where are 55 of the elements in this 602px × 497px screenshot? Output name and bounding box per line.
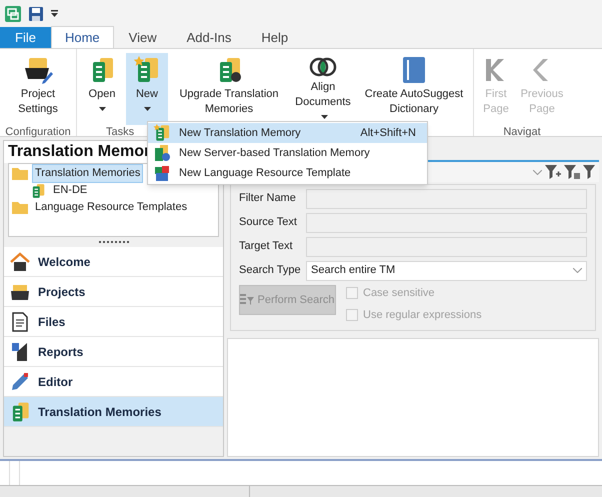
save-icon[interactable] (29, 6, 43, 20)
ribbon-button[interactable]: New (126, 53, 168, 125)
checkbox-label: Use regular expressions (363, 308, 482, 322)
input-field[interactable] (306, 236, 587, 256)
ribbon-button[interactable]: Project Settings (3, 53, 73, 125)
folder-pencil-icon (23, 55, 53, 85)
caret-icon (144, 107, 150, 111)
pencil-icon (10, 372, 30, 392)
chevron-down-icon[interactable] (533, 170, 542, 174)
folder-icon (12, 201, 28, 214)
template-icon (153, 164, 171, 182)
database-star-icon (153, 124, 171, 142)
house-icon (10, 252, 30, 272)
checkbox-label: Case sensitive (363, 286, 435, 301)
folder-icon (10, 282, 30, 300)
ribbon-tab[interactable]: File (0, 27, 51, 48)
document-icon (12, 312, 28, 332)
input-field[interactable] (306, 212, 587, 232)
book-icon (402, 56, 426, 84)
menu-item[interactable]: New Language Resource Template (148, 163, 427, 183)
field-label: Filter Name (239, 191, 297, 206)
ribbon-button[interactable]: Align Documents (290, 53, 356, 125)
filter-save-icon[interactable] (564, 164, 580, 180)
ribbon-tab[interactable]: View (114, 27, 172, 48)
ribbon-tab[interactable]: Add-Ins (172, 27, 246, 48)
menu-item[interactable]: New Server-based Translation Memory (148, 143, 427, 163)
report-icon (11, 342, 29, 362)
folder-icon (12, 167, 28, 180)
filter-add-icon[interactable] (545, 164, 561, 180)
nav-item[interactable]: Translation Memories (4, 397, 223, 427)
menu-item[interactable]: New Translation Memory Alt+Shift+N (148, 123, 427, 143)
customize-menu-icon[interactable] (51, 10, 58, 17)
group-label: Configuration (5, 125, 71, 140)
database-star-icon (133, 56, 161, 84)
panel-title: Translation Memor (8, 142, 150, 162)
input-field[interactable] (306, 188, 587, 208)
chevron-down-icon (573, 268, 582, 273)
tree-item[interactable]: Translation Memories (32, 164, 144, 183)
ribbon-tab[interactable]: Home (50, 26, 114, 48)
field-label: Source Text (239, 215, 298, 230)
field-label: Search Type (239, 263, 302, 278)
app-icon[interactable] (5, 6, 21, 22)
tree-item[interactable]: EN-DE (50, 181, 90, 200)
ribbon-button[interactable]: Create AutoSuggest Dictionary (358, 53, 470, 125)
group-label: Navigat (503, 125, 541, 140)
database-globe-icon (153, 144, 171, 162)
ribbon-button[interactable]: Open (80, 53, 124, 125)
caret-icon (98, 107, 106, 111)
group-label: Tasks (105, 125, 134, 140)
database-icon (30, 182, 46, 198)
tree-item[interactable]: Language Resource Templates (32, 198, 190, 217)
search-type-dropdown[interactable]: Search entire TM (306, 260, 587, 280)
field-label: Target Text (239, 239, 294, 254)
search-list-icon (240, 294, 254, 306)
ribbon-tab[interactable]: Help (246, 27, 304, 48)
